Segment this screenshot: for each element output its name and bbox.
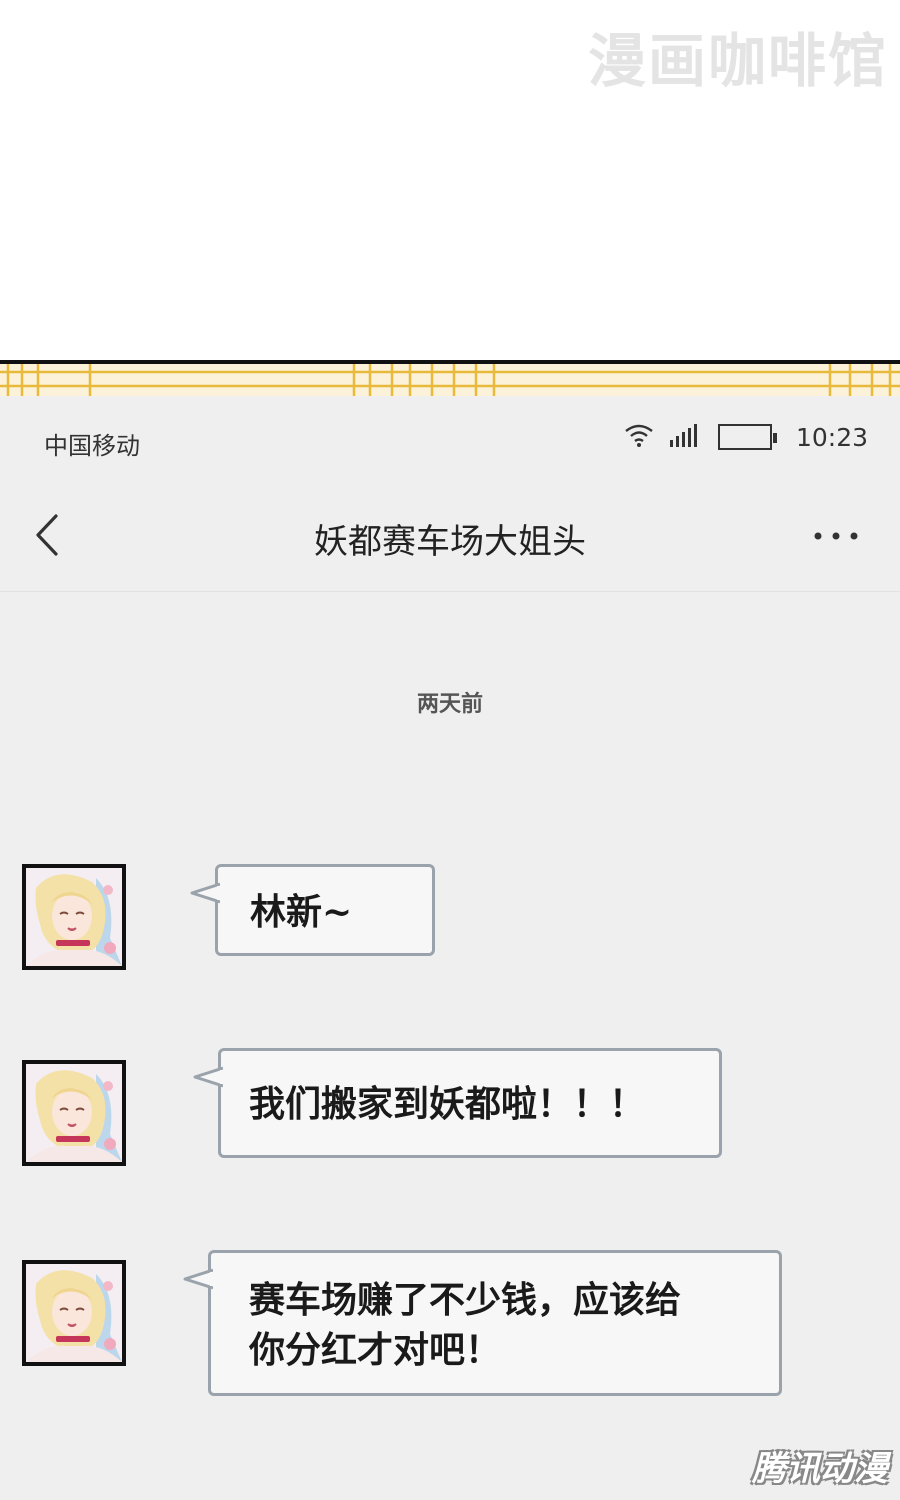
avatar[interactable] — [22, 1260, 126, 1366]
message-text: 我们搬家到妖都啦！！！ — [249, 1083, 646, 1125]
message-bubble[interactable]: 林新~ — [190, 864, 435, 956]
watermark-bottom: 腾讯动漫 — [752, 1449, 888, 1489]
carrier-label: 中国移动 — [44, 432, 140, 460]
wifi-icon — [624, 422, 654, 452]
avatar-portrait-icon — [26, 1064, 122, 1162]
chat-header: 妖都赛车场大姐头 — [0, 486, 900, 592]
avatar[interactable] — [22, 864, 126, 970]
decorative-border — [0, 360, 900, 396]
message-bubble[interactable]: 赛车场赚了不少钱，应该给 你分红才对吧！ — [183, 1250, 782, 1396]
status-icons: 10:23 — [624, 422, 868, 452]
message-timestamp: 两天前 — [416, 691, 483, 717]
status-bar: 中国移动 10:23 — [0, 396, 900, 486]
message-text-line: 赛车场赚了不少钱，应该给 — [249, 1279, 682, 1321]
avatar[interactable] — [22, 1060, 126, 1166]
message-text-line: 你分红才对吧！ — [249, 1329, 502, 1371]
avatar-portrait-icon — [26, 1264, 122, 1362]
panel-blank-area: 漫画咖啡馆 — [0, 0, 900, 362]
more-dots-icon[interactable] — [812, 526, 860, 546]
chat-title: 妖都赛车场大姐头 — [314, 522, 586, 562]
message-bubble[interactable]: 我们搬家到妖都啦！！！ — [193, 1048, 722, 1158]
signal-icon — [668, 422, 700, 452]
battery-icon — [717, 424, 777, 450]
watermark-top: 漫画咖啡馆 — [587, 27, 888, 95]
chat-screen: 中国移动 10:23 妖都赛车场大姐头 两天前 林新~ 我们搬家到妖都啦！！！ … — [0, 396, 900, 1500]
message-text: 林新~ — [250, 891, 353, 933]
status-time: 10:23 — [795, 422, 868, 452]
avatar-portrait-icon — [26, 868, 122, 966]
